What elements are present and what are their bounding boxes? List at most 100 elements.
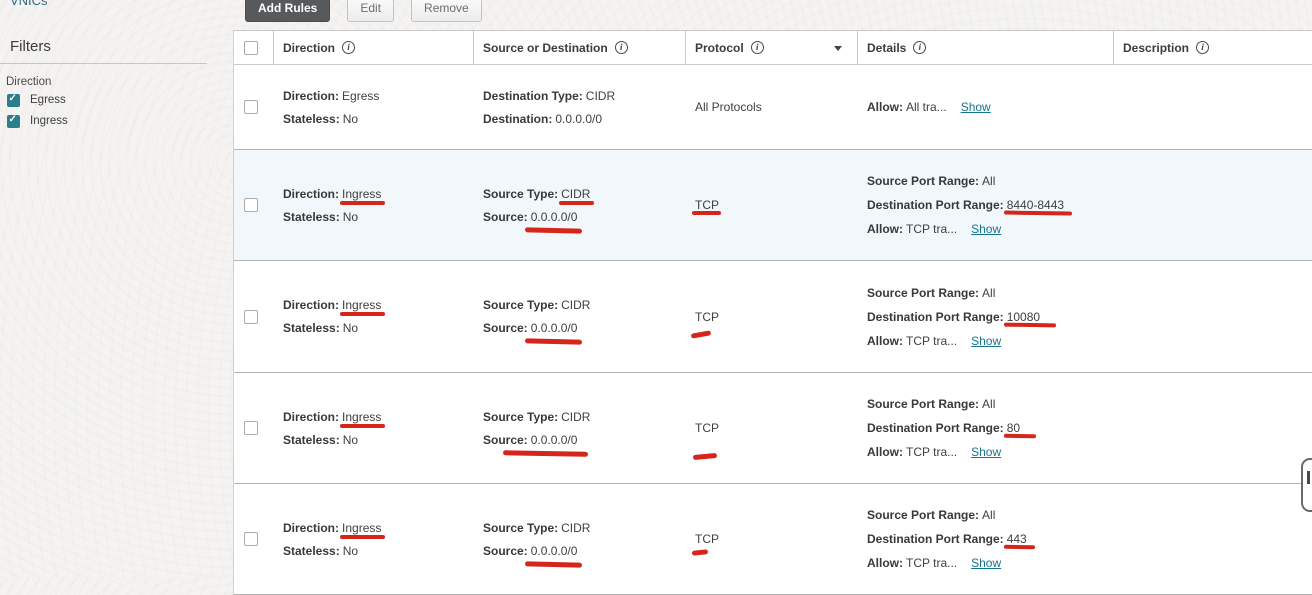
- info-icon[interactable]: [913, 41, 926, 54]
- source-port-value: All: [982, 508, 995, 522]
- source-type-value: CIDR: [561, 410, 590, 424]
- row-checkbox[interactable]: [244, 310, 258, 324]
- source-cell: Source Type:CIDR Source:0.0.0.0/0: [474, 373, 686, 483]
- row-checkbox-cell: [234, 65, 274, 149]
- sidebar-item-vnics[interactable]: VNICs: [10, 0, 48, 8]
- direction-filter-list: Egress Ingress: [7, 93, 68, 135]
- protocol-value: TCP: [695, 532, 719, 546]
- table-row-ingress-8440[interactable]: Direction:Ingress Stateless:No Source Ty…: [234, 150, 1312, 261]
- direction-label: Direction:: [283, 521, 339, 535]
- source-cell: Source Type:CIDR Source:0.0.0.0/0: [474, 484, 686, 594]
- chevron-down-icon[interactable]: [834, 46, 842, 55]
- source-type-label: Source Type:: [483, 410, 558, 424]
- add-rules-button[interactable]: Add Rules: [245, 0, 330, 22]
- row-checkbox-cell: [234, 484, 274, 594]
- table-row-ingress-443[interactable]: Direction:Ingress Stateless:No Source Ty…: [234, 484, 1312, 595]
- source-label: Source:: [483, 544, 528, 558]
- row-checkbox[interactable]: [244, 100, 258, 114]
- destination-type-label: Destination Type:: [483, 89, 583, 103]
- destination-port-label: Destination Port Range:: [867, 532, 1004, 546]
- source-type-value: CIDR: [561, 298, 590, 312]
- protocol-cell: All Protocols: [686, 65, 858, 149]
- header-direction: Direction: [274, 31, 474, 64]
- details-cell: Source Port Range:All Destination Port R…: [858, 484, 1114, 594]
- protocol-cell: TCP: [686, 484, 858, 594]
- destination-type-value: CIDR: [586, 89, 615, 103]
- table-row-ingress-80[interactable]: Direction:Ingress Stateless:No Source Ty…: [234, 373, 1312, 484]
- direction-cell: Direction:Ingress Stateless:No: [274, 484, 474, 594]
- show-link[interactable]: Show: [971, 445, 1001, 459]
- allow-label: Allow:: [867, 100, 903, 114]
- destination-port-label: Destination Port Range:: [867, 198, 1004, 212]
- destination-port-label: Destination Port Range:: [867, 310, 1004, 324]
- destination-port-value: 443: [1007, 532, 1027, 546]
- filter-ingress[interactable]: Ingress: [7, 114, 68, 128]
- row-checkbox[interactable]: [244, 198, 258, 212]
- direction-label: Direction:: [283, 89, 339, 103]
- ingress-checkbox[interactable]: [7, 115, 20, 128]
- show-link[interactable]: Show: [971, 334, 1001, 348]
- direction-cell: Direction:Ingress Stateless:No: [274, 261, 474, 372]
- header-source-or-destination: Source or Destination: [474, 31, 686, 64]
- show-link[interactable]: Show: [961, 100, 991, 114]
- security-rules-table: Direction Source or Destination Protocol…: [233, 30, 1312, 595]
- details-cell: Source Port Range:All Destination Port R…: [858, 373, 1114, 483]
- edit-button[interactable]: Edit: [347, 0, 394, 22]
- source-value: 0.0.0.0/0: [531, 433, 578, 447]
- table-row-ingress-10080[interactable]: Direction:Ingress Stateless:No Source Ty…: [234, 261, 1312, 373]
- stateless-value: No: [343, 433, 358, 447]
- protocol-value: TCP: [695, 310, 719, 324]
- info-icon[interactable]: [342, 41, 355, 54]
- destination-port-value: 80: [1007, 421, 1020, 435]
- source-type-label: Source Type:: [483, 187, 558, 201]
- table-row-egress[interactable]: Direction:Egress Stateless:No Destinatio…: [234, 65, 1312, 150]
- direction-value: Ingress: [342, 187, 381, 201]
- row-checkbox-cell: [234, 261, 274, 372]
- header-description: Description: [1114, 31, 1312, 64]
- description-cell: [1114, 65, 1312, 149]
- destination-port-label: Destination Port Range:: [867, 421, 1004, 435]
- header-protocol: Protocol: [686, 31, 858, 64]
- source-port-value: All: [982, 286, 995, 300]
- direction-value: Ingress: [342, 298, 381, 312]
- allow-value: TCP tra...: [906, 556, 957, 570]
- source-port-label: Source Port Range:: [867, 174, 979, 188]
- show-link[interactable]: Show: [971, 222, 1001, 236]
- egress-checkbox[interactable]: [7, 94, 20, 107]
- destination-port-value: 10080: [1007, 310, 1040, 324]
- stateless-label: Stateless:: [283, 433, 340, 447]
- description-cell: [1114, 484, 1312, 594]
- direction-label: Direction:: [283, 298, 339, 312]
- protocol-value: TCP: [695, 198, 719, 212]
- header-direction-label: Direction: [283, 41, 335, 55]
- stateless-value: No: [343, 321, 358, 335]
- allow-value: All tra...: [906, 100, 947, 114]
- row-checkbox[interactable]: [244, 421, 258, 435]
- info-icon[interactable]: [615, 41, 628, 54]
- protocol-value: All Protocols: [695, 100, 762, 114]
- destination-value: 0.0.0.0/0: [555, 112, 602, 126]
- row-checkbox[interactable]: [244, 532, 258, 546]
- source-port-label: Source Port Range:: [867, 286, 979, 300]
- header-source-label: Source or Destination: [483, 41, 608, 55]
- info-icon[interactable]: [751, 41, 764, 54]
- edge-floating-handle[interactable]: [1301, 458, 1312, 512]
- filters-title: Filters: [10, 38, 51, 55]
- protocol-value: TCP: [695, 421, 719, 435]
- description-cell: [1114, 261, 1312, 372]
- allow-value: TCP tra...: [906, 334, 957, 348]
- info-icon[interactable]: [1196, 41, 1209, 54]
- allow-label: Allow:: [867, 556, 903, 570]
- select-all-checkbox[interactable]: [244, 41, 258, 55]
- source-port-label: Source Port Range:: [867, 397, 979, 411]
- show-link[interactable]: Show: [971, 556, 1001, 570]
- allow-value: TCP tra...: [906, 222, 957, 236]
- destination-label: Destination:: [483, 112, 552, 126]
- header-protocol-label: Protocol: [695, 41, 744, 55]
- stateless-label: Stateless:: [283, 544, 340, 558]
- source-type-label: Source Type:: [483, 298, 558, 312]
- remove-button[interactable]: Remove: [411, 0, 482, 22]
- source-label: Source:: [483, 210, 528, 224]
- direction-cell: Direction:Egress Stateless:No: [274, 65, 474, 149]
- filter-egress[interactable]: Egress: [7, 93, 68, 107]
